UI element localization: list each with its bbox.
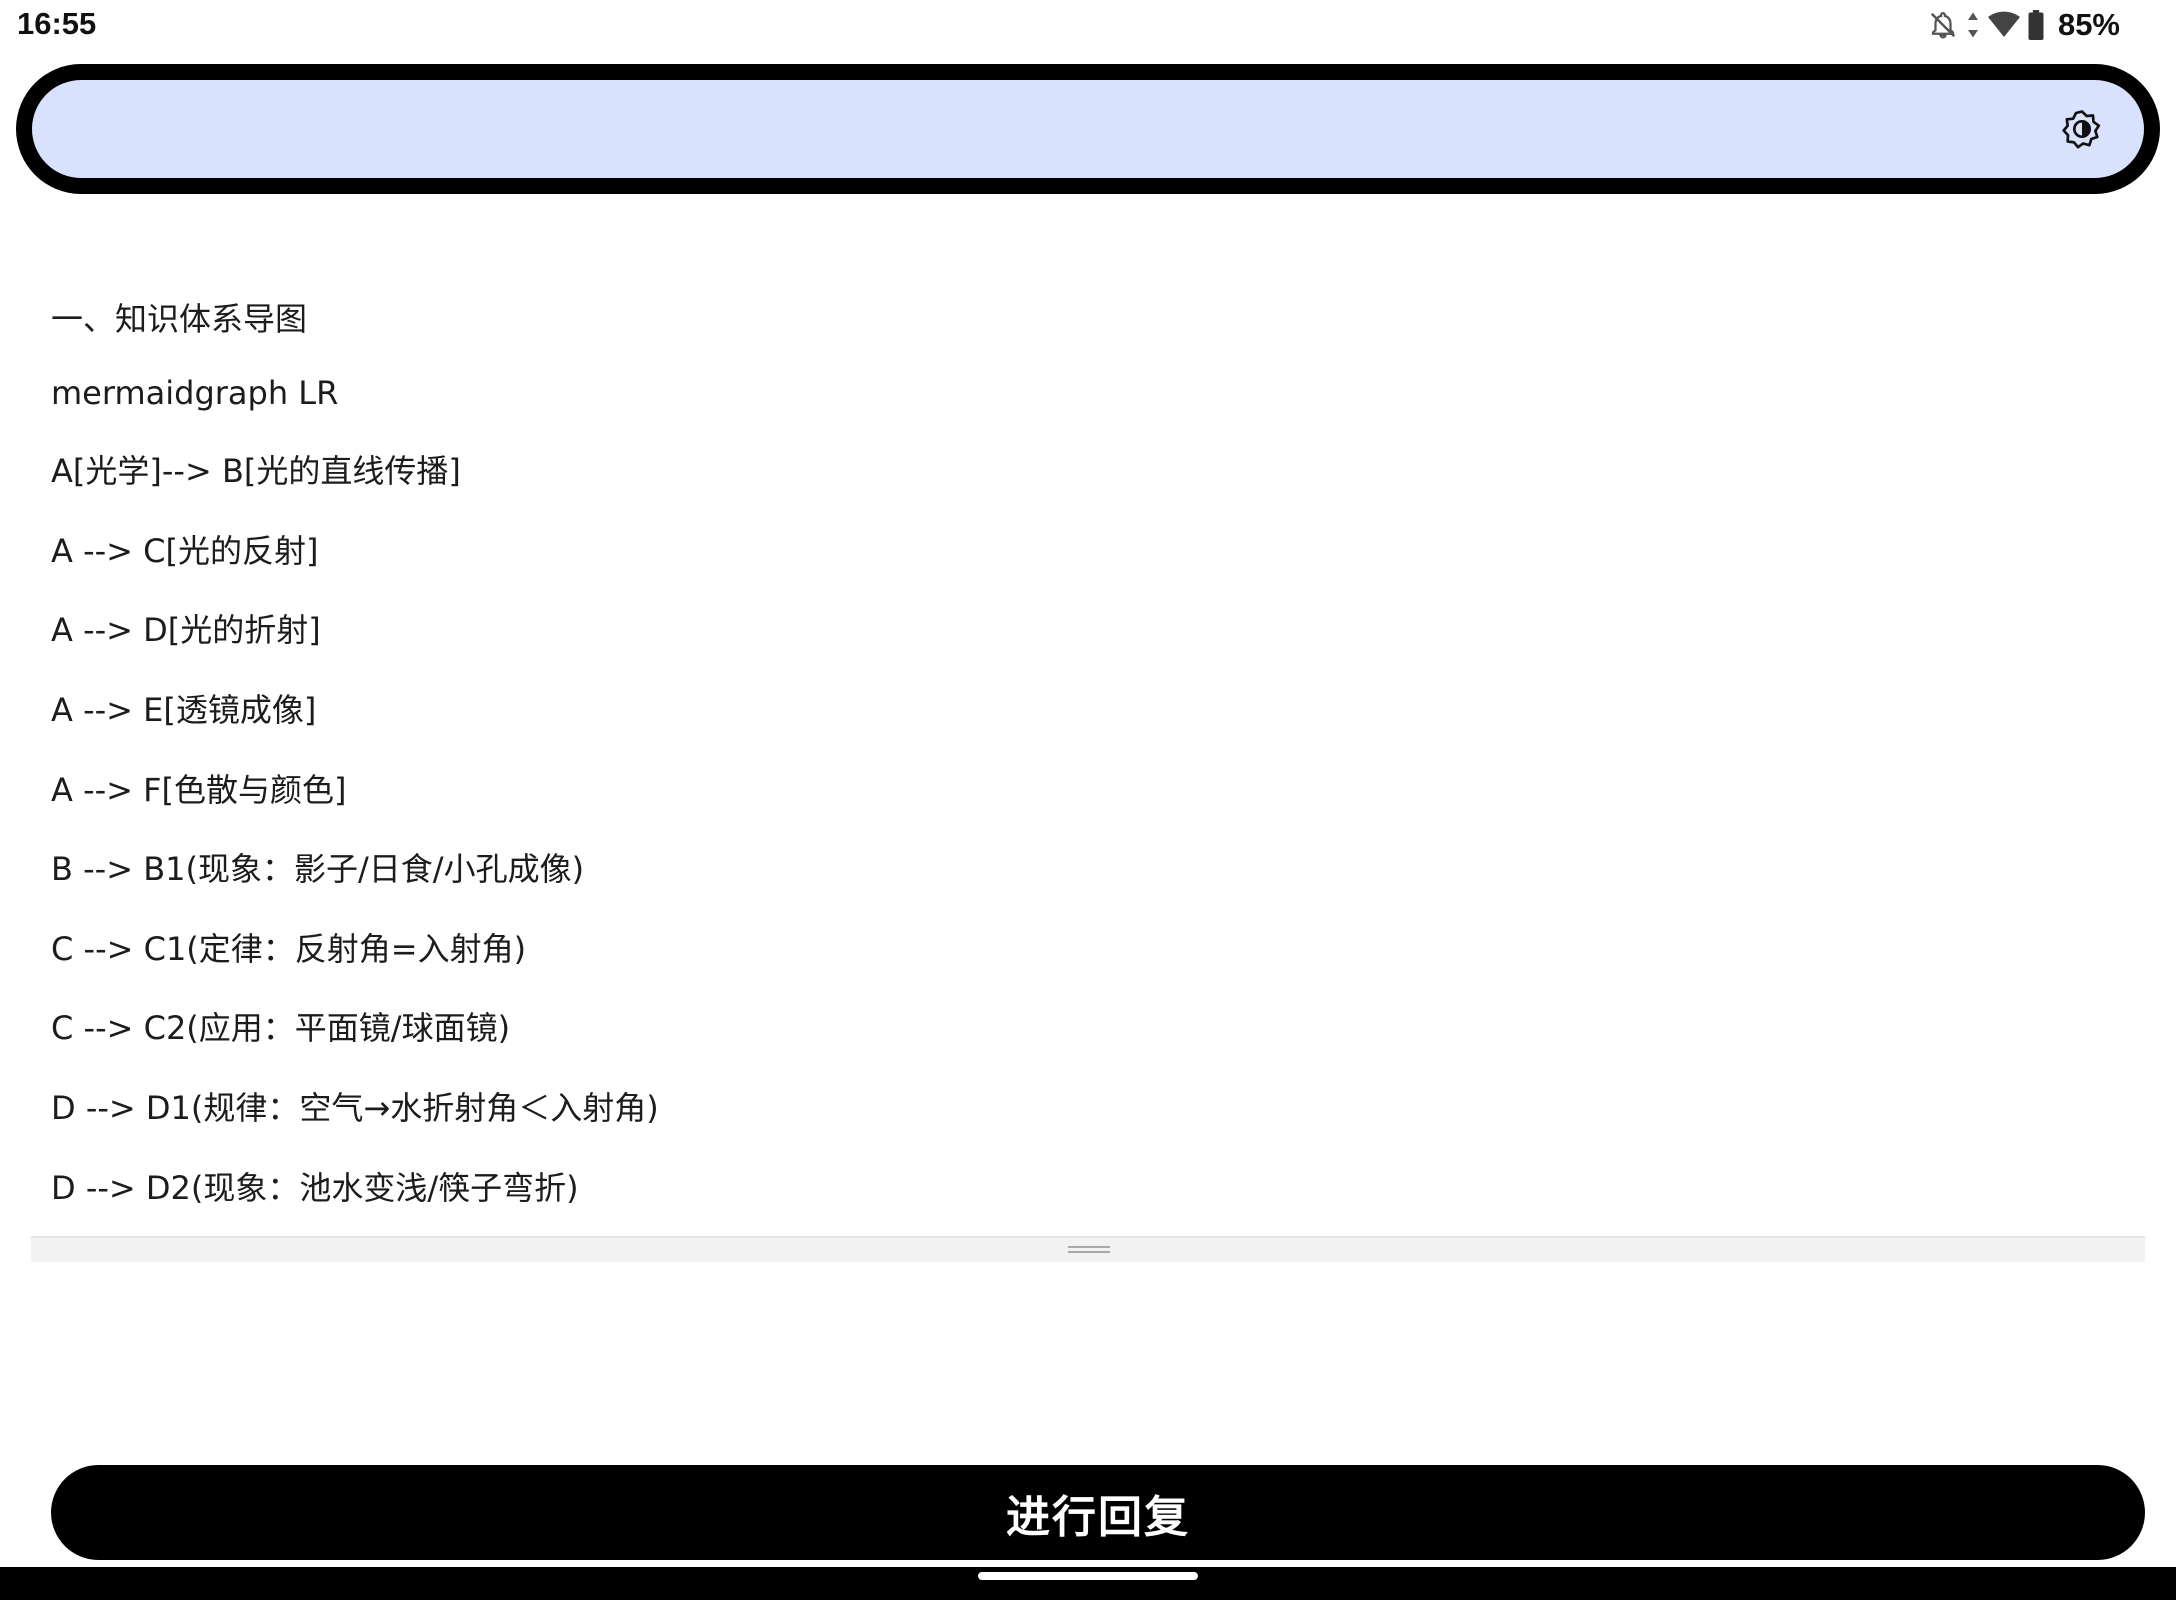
- notifications-off-icon: [1928, 10, 1958, 40]
- screen: 16:55 85% 一、知识体系导图 mermaidgraph LR A[光学]…: [0, 0, 2176, 1600]
- content-line: A[光学]--> B[光的直线传播]: [51, 452, 461, 490]
- content-line: C --> C1(定律：反射角=入射角): [51, 930, 527, 968]
- floating-input-bar: [16, 64, 2160, 194]
- reply-button-label: 进行回复: [1006, 1491, 1190, 1543]
- status-bar: 16:55 85%: [0, 0, 2176, 52]
- content-line: mermaidgraph LR: [51, 374, 339, 412]
- content-line: D --> D2(现象：池水变浅/筷子弯折): [51, 1169, 579, 1207]
- battery-icon: [2028, 10, 2044, 40]
- content-line: 一、知识体系导图: [51, 300, 308, 338]
- navigation-bar: [0, 1567, 2176, 1600]
- wifi-icon: [1987, 11, 2020, 39]
- content-line: C --> C2(应用：平面镜/球面镜): [51, 1009, 511, 1047]
- data-arrows-icon: [1966, 10, 1980, 40]
- status-icons: 85%: [1928, 6, 2120, 44]
- reply-button[interactable]: 进行回复: [51, 1465, 2145, 1560]
- resize-divider: [31, 1236, 2145, 1262]
- status-time: 16:55: [17, 6, 97, 41]
- home-indicator[interactable]: [978, 1572, 1198, 1580]
- drag-handle-icon[interactable]: [1068, 1246, 1110, 1256]
- content-line: A --> C[光的反射]: [51, 532, 319, 570]
- brightness-icon[interactable]: [2060, 107, 2104, 151]
- content-line: D --> D1(规律：空气→水折射角＜入射角): [51, 1089, 659, 1127]
- battery-percentage: 85%: [2057, 7, 2120, 42]
- content-line: A --> F[色散与颜色]: [51, 771, 347, 809]
- content-line: B --> B1(现象：影子/日食/小孔成像): [51, 850, 585, 888]
- content-line: A --> D[光的折射]: [51, 611, 321, 649]
- floating-input-field[interactable]: [32, 80, 2144, 178]
- content-line: A --> E[透镜成像]: [51, 691, 317, 729]
